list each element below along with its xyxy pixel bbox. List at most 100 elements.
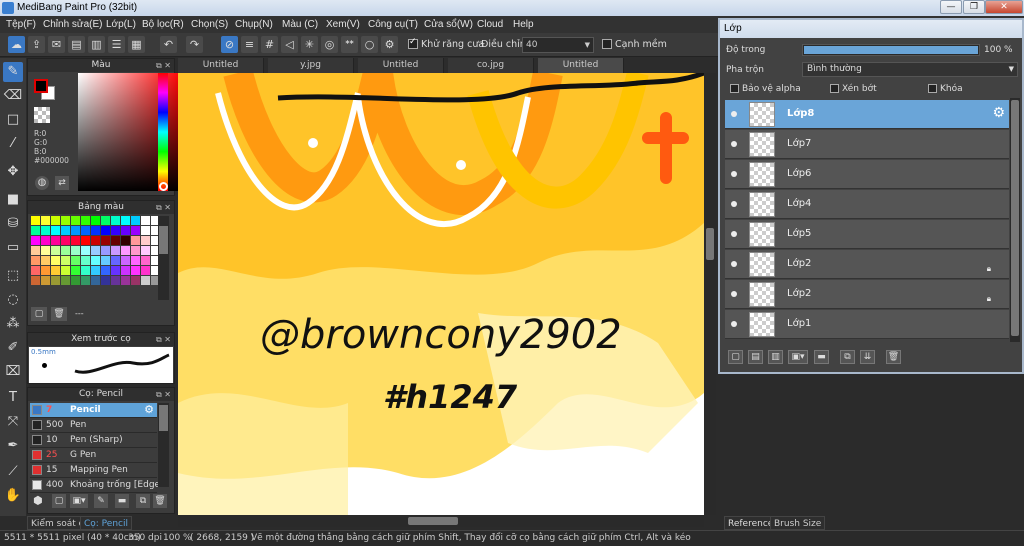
palette-swatch[interactable] [121,256,130,265]
doc-tab-untitled-3[interactable]: Untitled [538,58,624,73]
palette-swatch[interactable] [101,256,110,265]
visibility-eye-icon[interactable] [731,231,737,237]
select-eraser-tool-icon[interactable]: ⌧ [3,362,23,382]
palette-swatch[interactable] [41,216,50,225]
radial-snap-icon[interactable]: ✳ [301,36,318,53]
palette-swatch[interactable] [41,256,50,265]
palette-swatch[interactable] [71,216,80,225]
brush-copy-icon[interactable]: ⧉ [136,494,150,508]
palette-swatch[interactable] [121,276,130,285]
palette-swatch[interactable] [51,236,60,245]
brush-folder-icon[interactable]: ▬ [115,494,129,508]
palette-swatch[interactable] [101,266,110,275]
transparent-color-swatch[interactable] [34,107,50,123]
new-palette-icon[interactable]: ▢ [31,307,47,321]
palette-swatch[interactable] [61,276,70,285]
redo-icon[interactable]: ↷ [186,36,203,53]
palette-swatch[interactable] [51,246,60,255]
palette-swatch[interactable] [81,236,90,245]
menu-edit[interactable]: Chỉnh sửa(E) [43,19,103,30]
operation-tool-icon[interactable]: ⤧ [3,412,23,432]
brush-delete-icon[interactable]: 🗑 [153,494,167,508]
palette-swatch[interactable] [101,276,110,285]
layer-item[interactable]: Lớp8 ⚙ [725,100,1009,129]
visibility-eye-icon[interactable] [731,261,737,267]
delete-layer-icon[interactable]: 🗑 [886,350,901,364]
eyedropper-tool-icon[interactable]: ⟋ [3,462,23,482]
minimize-button[interactable]: — [940,0,962,14]
new-layer-8bit-icon[interactable]: ▤ [748,350,763,364]
menu-layer[interactable]: Lớp(L) [106,19,136,30]
layer-item[interactable]: Lớp2 🔒︎ [725,280,1009,309]
new-layer-icon[interactable]: ▢ [728,350,743,364]
foreground-color-swatch[interactable] [34,79,48,93]
visibility-eye-icon[interactable] [731,201,737,207]
doc-tab-untitled-1[interactable]: Untitled [178,58,264,73]
palette-wheel-icon[interactable]: ◍ [35,176,49,190]
undo-icon[interactable]: ↶ [160,36,177,53]
bucket-tool-icon[interactable]: ⛁ [3,214,23,234]
brush-item[interactable]: 15 Mapping Pen [30,463,157,478]
visibility-eye-icon[interactable] [731,141,737,147]
layer-list-scrollbar[interactable] [1010,98,1020,342]
duplicate-layer-icon[interactable]: ⧉ [840,350,855,364]
layer-item[interactable]: Lớp1 [725,310,1009,339]
gear-icon[interactable]: ⚙ [992,105,1005,121]
palette-swatch[interactable] [121,236,130,245]
tab-brush-size[interactable]: Brush Size [770,516,826,530]
document-icon[interactable]: ▤ [68,36,85,53]
brush-cloud-icon[interactable]: ⬢ [33,494,43,507]
menu-filter[interactable]: Bộ lọc(R) [142,19,184,30]
menu-color[interactable]: Màu (C) [282,19,318,30]
layer-folder-icon[interactable]: ▬ [814,350,829,364]
canvas-vertical-scrollbar[interactable] [704,73,716,515]
hue-handle[interactable] [159,182,168,191]
palette-swatch[interactable] [51,276,60,285]
layer-item[interactable]: Lớp2 🔒︎ [725,250,1009,279]
menu-capture[interactable]: Chụp(N) [235,19,273,30]
new-layer-1bit-icon[interactable]: ▥ [768,350,783,364]
canvas-horizontal-scrollbar[interactable] [178,515,704,527]
palette-swatch[interactable] [91,236,100,245]
palette-swatch[interactable] [41,276,50,285]
menu-file[interactable]: Tệp(F) [6,19,36,30]
perspective-snap-icon[interactable]: ◁ [281,36,298,53]
menu-window[interactable]: Cửa sổ(W) [424,19,473,30]
menu-cloud[interactable]: Cloud [477,19,503,30]
lock-checkbox[interactable] [928,84,937,93]
antialias-checkbox[interactable] [408,37,418,49]
palette-swatch[interactable] [131,236,140,245]
settings-icon[interactable]: ⚙ [381,36,398,53]
palette-swatch[interactable] [111,256,120,265]
eraser-tool-icon[interactable]: ⌫ [3,86,23,106]
line-tool-icon[interactable]: ⁄ [3,134,23,154]
palette-swatch[interactable] [31,246,40,255]
palette-swatch[interactable] [121,246,130,255]
palette-swatch[interactable] [31,256,40,265]
doc-tab-y-jpg[interactable]: y.jpg [268,58,354,73]
blur-tool-icon[interactable]: ✒ [3,436,23,456]
circle-snap-icon[interactable]: ○ [361,36,378,53]
palette-swatch[interactable] [31,226,40,235]
palette-swatch[interactable] [91,226,100,235]
brush-item[interactable]: 500 Pen [30,418,157,433]
close-button[interactable]: ✕ [985,0,1023,14]
rectangle-tool-icon[interactable]: □ [3,110,23,130]
delete-palette-icon[interactable]: 🗑 [51,307,67,321]
palette-swatch[interactable] [131,256,140,265]
palette-swatch[interactable] [121,266,130,275]
protect-alpha-checkbox[interactable] [730,84,739,93]
palette-swatch[interactable] [141,226,150,235]
soft-edge-checkbox[interactable] [602,39,612,49]
palette-swatch[interactable] [141,236,150,245]
palette-swatch[interactable] [51,266,60,275]
palette-swatch[interactable] [121,226,130,235]
gradient-tool-icon[interactable]: ▭ [3,238,23,258]
comment-icon[interactable]: ✉ [48,36,65,53]
palette-swatch[interactable] [81,276,90,285]
doc-tab-untitled-2[interactable]: Untitled [358,58,444,73]
brush-edit-icon[interactable]: ✎ [94,494,108,508]
grid-snap-icon[interactable]: # [261,36,278,53]
palette-swatch[interactable] [111,236,120,245]
parallel-snap-icon[interactable]: ≡ [241,36,258,53]
